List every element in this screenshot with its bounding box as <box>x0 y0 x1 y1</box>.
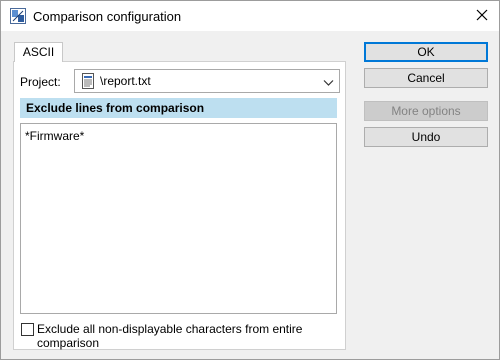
title-bar[interactable]: Comparison configuration <box>1 1 499 31</box>
exclude-lines-section-header: Exclude lines from comparison <box>20 98 337 118</box>
text-file-icon <box>80 73 96 89</box>
ok-button[interactable]: OK <box>364 42 488 62</box>
comparison-app-icon <box>10 8 26 24</box>
project-dropdown[interactable]: \report.txt <box>74 69 340 93</box>
exclude-lines-textarea[interactable]: *Firmware* <box>20 123 337 314</box>
exclude-nondisplayable-label[interactable]: Exclude all non-displayable characters f… <box>37 322 345 350</box>
dialog-content: ASCII Project: \report.txt Exclude lines… <box>1 31 499 359</box>
exclude-nondisplayable-checkbox[interactable] <box>21 323 34 336</box>
undo-button[interactable]: Undo <box>364 127 488 147</box>
close-icon <box>476 9 488 24</box>
close-button[interactable] <box>465 1 499 31</box>
chevron-down-icon <box>323 76 334 86</box>
more-options-button: More options <box>364 101 488 121</box>
cancel-button[interactable]: Cancel <box>364 68 488 88</box>
project-value: \report.txt <box>100 74 151 88</box>
project-label: Project: <box>20 75 61 89</box>
window-title: Comparison configuration <box>33 9 182 24</box>
comparison-configuration-dialog: Comparison configuration ASCII Project: <box>0 0 500 360</box>
tab-ascii[interactable]: ASCII <box>14 42 63 62</box>
exclude-lines-text: *Firmware* <box>25 129 85 143</box>
tab-panel-ascii: Project: \report.txt Exclude lines from … <box>13 61 346 350</box>
